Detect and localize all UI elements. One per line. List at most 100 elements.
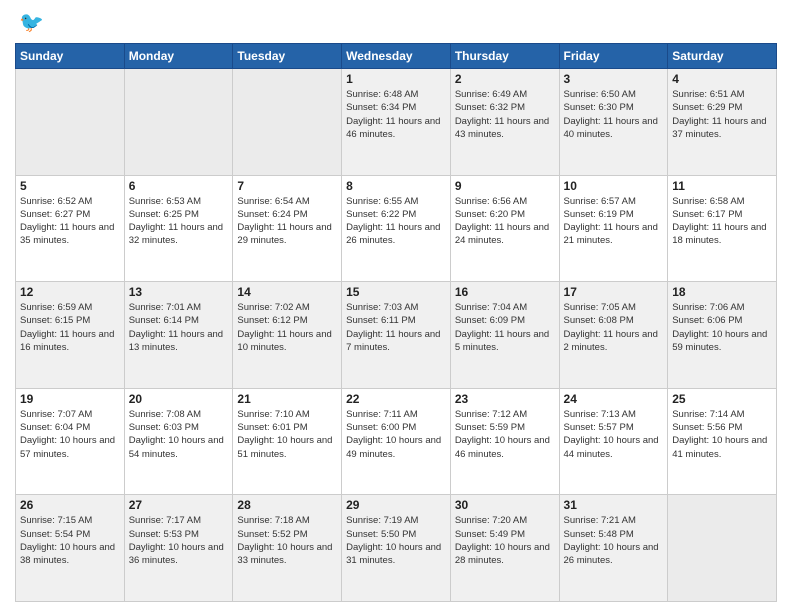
day-info: Sunrise: 6:51 AM Sunset: 6:29 PM Dayligh…: [672, 88, 772, 141]
day-number: 22: [346, 392, 446, 406]
day-number: 8: [346, 179, 446, 193]
calendar-cell: 4 Sunrise: 6:51 AM Sunset: 6:29 PM Daylig…: [668, 69, 777, 176]
calendar-cell: 31 Sunrise: 7:21 AM Sunset: 5:48 PM Dayli…: [559, 495, 668, 602]
weekday-header-wednesday: Wednesday: [342, 44, 451, 69]
day-number: 11: [672, 179, 772, 193]
day-number: 19: [20, 392, 120, 406]
day-info: Sunrise: 7:12 AM Sunset: 5:59 PM Dayligh…: [455, 408, 555, 461]
calendar-cell: 27 Sunrise: 7:17 AM Sunset: 5:53 PM Dayli…: [124, 495, 233, 602]
calendar-cell: [16, 69, 125, 176]
calendar-cell: [668, 495, 777, 602]
header: 🐦: [15, 10, 777, 35]
day-info: Sunrise: 7:21 AM Sunset: 5:48 PM Dayligh…: [564, 514, 664, 567]
calendar-cell: 15 Sunrise: 7:03 AM Sunset: 6:11 PM Dayli…: [342, 282, 451, 389]
calendar-cell: 30 Sunrise: 7:20 AM Sunset: 5:49 PM Dayli…: [450, 495, 559, 602]
calendar-cell: 14 Sunrise: 7:02 AM Sunset: 6:12 PM Dayli…: [233, 282, 342, 389]
calendar-cell: 5 Sunrise: 6:52 AM Sunset: 6:27 PM Daylig…: [16, 175, 125, 282]
day-number: 10: [564, 179, 664, 193]
day-info: Sunrise: 6:58 AM Sunset: 6:17 PM Dayligh…: [672, 195, 772, 248]
calendar-cell: [124, 69, 233, 176]
calendar-cell: 8 Sunrise: 6:55 AM Sunset: 6:22 PM Daylig…: [342, 175, 451, 282]
day-number: 18: [672, 285, 772, 299]
day-number: 17: [564, 285, 664, 299]
calendar-cell: 7 Sunrise: 6:54 AM Sunset: 6:24 PM Daylig…: [233, 175, 342, 282]
day-info: Sunrise: 6:49 AM Sunset: 6:32 PM Dayligh…: [455, 88, 555, 141]
calendar-cell: 26 Sunrise: 7:15 AM Sunset: 5:54 PM Dayli…: [16, 495, 125, 602]
day-info: Sunrise: 6:52 AM Sunset: 6:27 PM Dayligh…: [20, 195, 120, 248]
day-number: 1: [346, 72, 446, 86]
calendar-table: SundayMondayTuesdayWednesdayThursdayFrid…: [15, 43, 777, 602]
day-info: Sunrise: 6:55 AM Sunset: 6:22 PM Dayligh…: [346, 195, 446, 248]
day-info: Sunrise: 7:05 AM Sunset: 6:08 PM Dayligh…: [564, 301, 664, 354]
day-number: 30: [455, 498, 555, 512]
day-number: 24: [564, 392, 664, 406]
calendar-cell: 28 Sunrise: 7:18 AM Sunset: 5:52 PM Dayli…: [233, 495, 342, 602]
page: 🐦 SundayMondayTuesdayWednesdayThursdayFr…: [0, 0, 792, 612]
day-number: 25: [672, 392, 772, 406]
calendar-cell: 17 Sunrise: 7:05 AM Sunset: 6:08 PM Dayli…: [559, 282, 668, 389]
day-number: 14: [237, 285, 337, 299]
day-info: Sunrise: 6:48 AM Sunset: 6:34 PM Dayligh…: [346, 88, 446, 141]
calendar-week-1: 1 Sunrise: 6:48 AM Sunset: 6:34 PM Daylig…: [16, 69, 777, 176]
day-number: 26: [20, 498, 120, 512]
day-info: Sunrise: 6:54 AM Sunset: 6:24 PM Dayligh…: [237, 195, 337, 248]
day-info: Sunrise: 7:18 AM Sunset: 5:52 PM Dayligh…: [237, 514, 337, 567]
day-info: Sunrise: 7:10 AM Sunset: 6:01 PM Dayligh…: [237, 408, 337, 461]
weekday-header-sunday: Sunday: [16, 44, 125, 69]
day-info: Sunrise: 7:15 AM Sunset: 5:54 PM Dayligh…: [20, 514, 120, 567]
day-number: 31: [564, 498, 664, 512]
calendar-cell: 24Sunrise: 7:13 AM Sunset: 5:57 PM Dayli…: [559, 388, 668, 495]
calendar-week-3: 12Sunrise: 6:59 AM Sunset: 6:15 PM Dayli…: [16, 282, 777, 389]
calendar-cell: 19Sunrise: 7:07 AM Sunset: 6:04 PM Dayli…: [16, 388, 125, 495]
day-number: 21: [237, 392, 337, 406]
calendar-cell: 6 Sunrise: 6:53 AM Sunset: 6:25 PM Daylig…: [124, 175, 233, 282]
calendar-cell: 3Sunrise: 6:50 AM Sunset: 6:30 PM Daylig…: [559, 69, 668, 176]
header-row: SundayMondayTuesdayWednesdayThursdayFrid…: [16, 44, 777, 69]
day-number: 16: [455, 285, 555, 299]
day-number: 4: [672, 72, 772, 86]
calendar-cell: 29Sunrise: 7:19 AM Sunset: 5:50 PM Dayli…: [342, 495, 451, 602]
day-number: 2: [455, 72, 555, 86]
calendar-cell: 21 Sunrise: 7:10 AM Sunset: 6:01 PM Dayli…: [233, 388, 342, 495]
day-number: 20: [129, 392, 229, 406]
weekday-header-tuesday: Tuesday: [233, 44, 342, 69]
calendar-week-2: 5 Sunrise: 6:52 AM Sunset: 6:27 PM Daylig…: [16, 175, 777, 282]
day-info: Sunrise: 7:01 AM Sunset: 6:14 PM Dayligh…: [129, 301, 229, 354]
day-info: Sunrise: 7:02 AM Sunset: 6:12 PM Dayligh…: [237, 301, 337, 354]
calendar-cell: 18 Sunrise: 7:06 AM Sunset: 6:06 PM Dayli…: [668, 282, 777, 389]
calendar-cell: 11 Sunrise: 6:58 AM Sunset: 6:17 PM Dayli…: [668, 175, 777, 282]
day-number: 27: [129, 498, 229, 512]
weekday-header-thursday: Thursday: [450, 44, 559, 69]
day-info: Sunrise: 6:59 AM Sunset: 6:15 PM Dayligh…: [20, 301, 120, 354]
day-info: Sunrise: 6:53 AM Sunset: 6:25 PM Dayligh…: [129, 195, 229, 248]
logo: 🐦: [15, 10, 44, 35]
day-info: Sunrise: 7:11 AM Sunset: 6:00 PM Dayligh…: [346, 408, 446, 461]
calendar-cell: [233, 69, 342, 176]
day-info: Sunrise: 7:17 AM Sunset: 5:53 PM Dayligh…: [129, 514, 229, 567]
day-info: Sunrise: 7:20 AM Sunset: 5:49 PM Dayligh…: [455, 514, 555, 567]
calendar-week-4: 19Sunrise: 7:07 AM Sunset: 6:04 PM Dayli…: [16, 388, 777, 495]
calendar-cell: 16Sunrise: 7:04 AM Sunset: 6:09 PM Dayli…: [450, 282, 559, 389]
day-info: Sunrise: 7:06 AM Sunset: 6:06 PM Dayligh…: [672, 301, 772, 354]
day-number: 6: [129, 179, 229, 193]
calendar-cell: 1 Sunrise: 6:48 AM Sunset: 6:34 PM Daylig…: [342, 69, 451, 176]
day-info: Sunrise: 7:14 AM Sunset: 5:56 PM Dayligh…: [672, 408, 772, 461]
calendar-cell: 20 Sunrise: 7:08 AM Sunset: 6:03 PM Dayli…: [124, 388, 233, 495]
day-number: 23: [455, 392, 555, 406]
weekday-header-saturday: Saturday: [668, 44, 777, 69]
day-number: 5: [20, 179, 120, 193]
calendar-cell: 22 Sunrise: 7:11 AM Sunset: 6:00 PM Dayli…: [342, 388, 451, 495]
day-info: Sunrise: 7:03 AM Sunset: 6:11 PM Dayligh…: [346, 301, 446, 354]
calendar-cell: 23 Sunrise: 7:12 AM Sunset: 5:59 PM Dayli…: [450, 388, 559, 495]
day-number: 7: [237, 179, 337, 193]
calendar-cell: 2 Sunrise: 6:49 AM Sunset: 6:32 PM Daylig…: [450, 69, 559, 176]
logo-bird-icon: 🐦: [19, 10, 44, 35]
day-number: 15: [346, 285, 446, 299]
calendar-cell: 25 Sunrise: 7:14 AM Sunset: 5:56 PM Dayli…: [668, 388, 777, 495]
weekday-header-monday: Monday: [124, 44, 233, 69]
calendar-cell: 10Sunrise: 6:57 AM Sunset: 6:19 PM Dayli…: [559, 175, 668, 282]
day-number: 28: [237, 498, 337, 512]
day-number: 13: [129, 285, 229, 299]
day-number: 3: [564, 72, 664, 86]
day-info: Sunrise: 7:08 AM Sunset: 6:03 PM Dayligh…: [129, 408, 229, 461]
